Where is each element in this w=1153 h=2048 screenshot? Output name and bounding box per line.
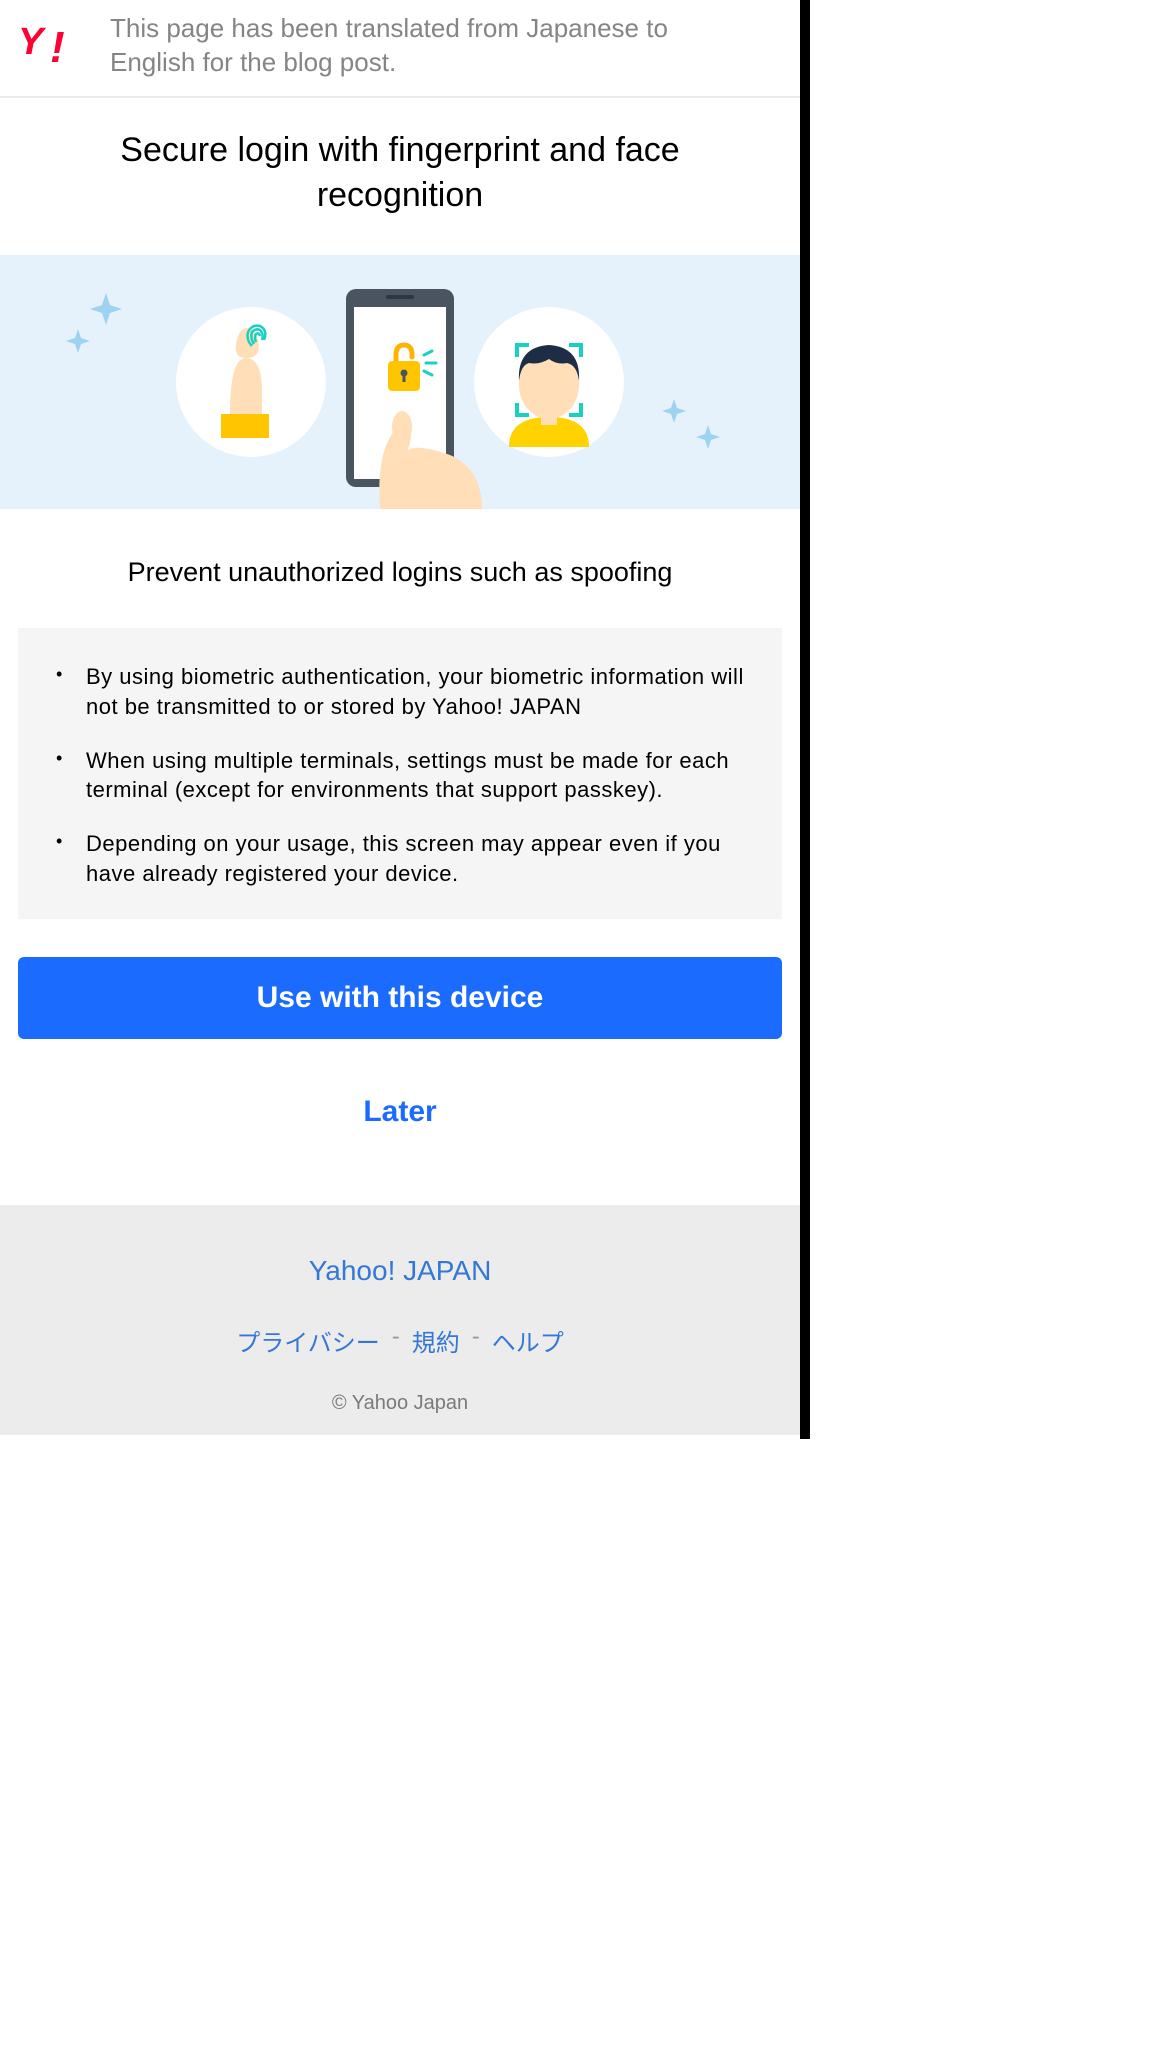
separator: - [472, 1323, 480, 1358]
page-title: Secure login with fingerprint and face r… [0, 98, 800, 256]
face-illustration [474, 307, 624, 457]
translation-note: This page has been translated from Japan… [110, 12, 670, 80]
fingerprint-illustration [176, 307, 326, 457]
phone-illustration [310, 255, 490, 509]
privacy-link[interactable]: プライバシー [236, 1323, 380, 1358]
subtitle: Prevent unauthorized logins such as spoo… [0, 509, 800, 628]
sparkle-icon [650, 383, 740, 478]
use-with-device-button[interactable]: Use with this device [18, 957, 782, 1039]
footer-links: プライバシー - 規約 - ヘルプ [0, 1323, 800, 1358]
footer-brand-link[interactable]: Yahoo! JAPAN [0, 1255, 800, 1287]
help-link[interactable]: ヘルプ [492, 1323, 564, 1358]
info-item: When using multiple terminals, settings … [48, 746, 752, 805]
footer: Yahoo! JAPAN プライバシー - 規約 - ヘルプ © Yahoo J… [0, 1205, 800, 1435]
info-box: By using biometric authentication, your … [18, 628, 782, 918]
svg-text:!: ! [50, 23, 65, 62]
info-item: Depending on your usage, this screen may… [48, 829, 752, 888]
info-item: By using biometric authentication, your … [48, 662, 752, 721]
svg-text:Y: Y [18, 21, 47, 62]
terms-link[interactable]: 規約 [412, 1323, 460, 1358]
separator: - [392, 1323, 400, 1358]
sparkle-icon [48, 283, 138, 378]
yahoo-logo: Y ! [18, 20, 90, 67]
hero-banner [0, 255, 800, 509]
later-button[interactable]: Later [0, 1039, 800, 1185]
header: Y ! This page has been translated from J… [0, 0, 800, 98]
copyright: © Yahoo Japan [0, 1392, 800, 1415]
